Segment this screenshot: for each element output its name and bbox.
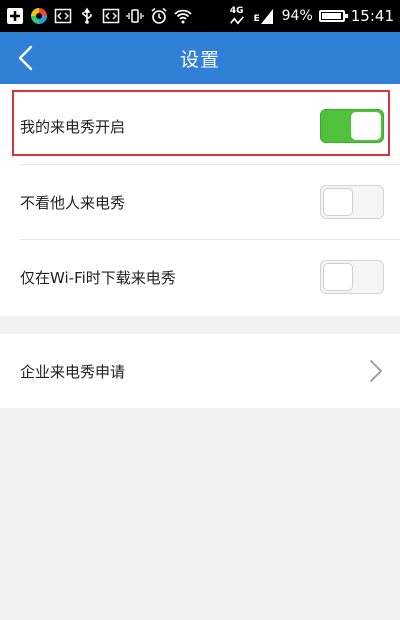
toggle-settings-section: 我的来电秀开启 不看他人来电秀 仅在Wi-Fi时下载来电秀: [0, 84, 400, 316]
signal-4g-icon: 4G: [226, 7, 248, 25]
wifi-only-download-toggle[interactable]: [320, 260, 384, 294]
chevron-left-icon: [18, 45, 33, 71]
network-type-label: 4G: [229, 6, 244, 16]
setting-label: 企业来电秀申请: [20, 362, 126, 381]
vibrate-icon: [126, 7, 144, 25]
code-icon: [54, 7, 72, 25]
status-icons-right: 4G E 94% 15:41: [226, 7, 394, 25]
status-icons-left: [6, 7, 192, 25]
toggle-knob: [323, 188, 353, 216]
usb-icon: [78, 7, 96, 25]
setting-row-hide-others-caller-show: 不看他人来电秀: [0, 164, 400, 240]
battery-percent: 94%: [281, 8, 313, 24]
toggle-knob: [323, 263, 353, 291]
setting-row-my-caller-show: 我的来电秀开启: [0, 88, 400, 164]
toggle-knob: [351, 112, 381, 140]
app-logo-icon: [30, 7, 48, 25]
status-bar: 4G E 94% 15:41: [0, 0, 400, 32]
my-caller-show-toggle[interactable]: [320, 109, 384, 143]
setting-label: 不看他人来电秀: [20, 193, 126, 212]
code-icon: [102, 7, 120, 25]
signal-e-icon: E: [254, 7, 276, 25]
setting-label: 仅在Wi-Fi时下载来电秀: [20, 268, 176, 287]
title-bar: 设置: [0, 32, 400, 84]
company-caller-show-apply-row[interactable]: 企业来电秀申请: [0, 334, 400, 408]
back-button[interactable]: [10, 42, 42, 74]
status-clock: 15:41: [350, 7, 394, 25]
plus-icon: [6, 7, 24, 25]
page-title: 设置: [179, 48, 220, 71]
battery-level-fill: [321, 13, 341, 19]
network-e-label: E: [253, 14, 260, 24]
wifi-icon: [174, 7, 192, 25]
alarm-icon: [150, 7, 168, 25]
chevron-right-icon: [366, 359, 386, 383]
setting-label: 我的来电秀开启: [20, 117, 126, 136]
hide-others-caller-show-toggle[interactable]: [320, 185, 384, 219]
company-section: 企业来电秀申请: [0, 334, 400, 408]
battery-icon: [318, 10, 348, 22]
setting-row-wifi-only-download: 仅在Wi-Fi时下载来电秀: [0, 239, 400, 315]
